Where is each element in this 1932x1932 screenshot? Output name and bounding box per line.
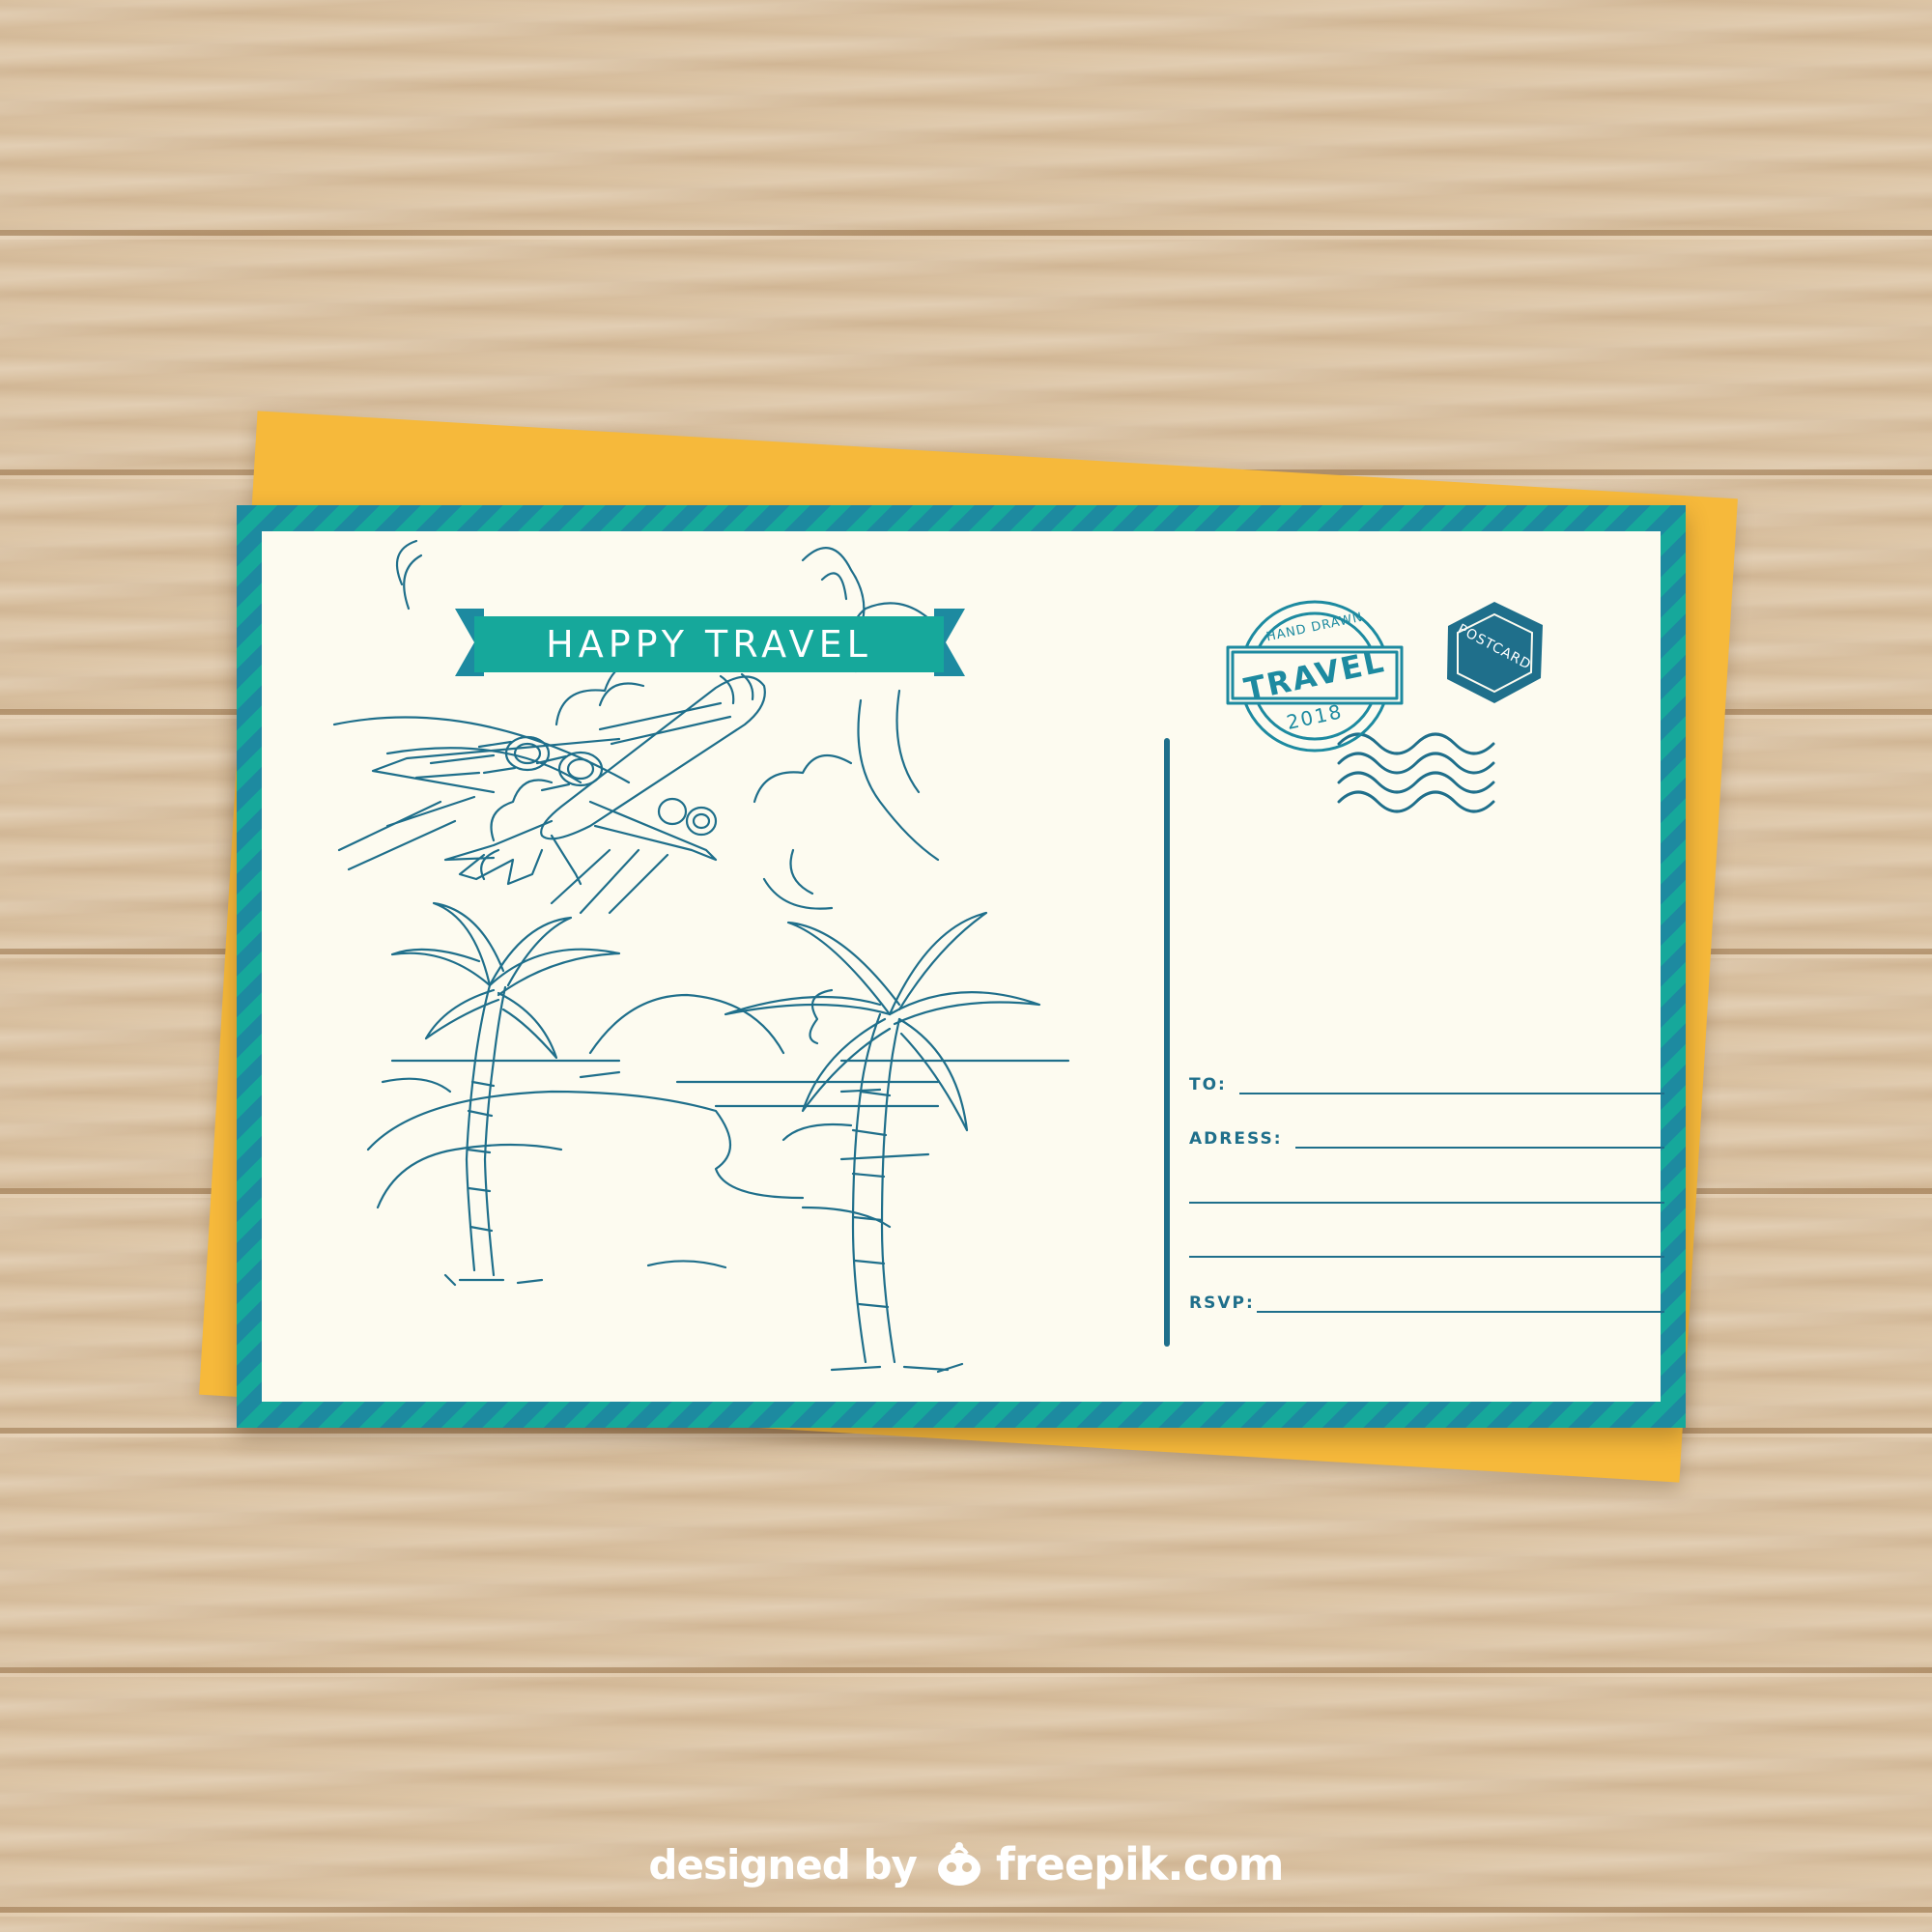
to-label: TO: [1189, 1075, 1227, 1094]
rsvp-line[interactable] [1257, 1311, 1664, 1313]
postcard: HAPPY TRAVEL HAND DRAWN TRAVEL 2018 POST… [237, 505, 1686, 1428]
address-line-3[interactable] [1189, 1256, 1664, 1258]
footer-credit: designed by freepik.com [0, 1831, 1932, 1898]
address-label: ADRESS: [1189, 1129, 1283, 1149]
address-line-2[interactable] [1189, 1202, 1664, 1204]
banner-title: HAPPY TRAVEL [546, 623, 872, 666]
postcard-illustration [332, 539, 1543, 1374]
palm-tree-icon [724, 911, 1041, 1374]
rsvp-label: RSVP: [1189, 1293, 1255, 1313]
freepik-logo-icon [937, 1842, 980, 1886]
postcard-face: HAPPY TRAVEL HAND DRAWN TRAVEL 2018 POST… [262, 531, 1664, 1402]
postcard-divider [1164, 738, 1170, 1347]
airplane-icon [337, 672, 766, 915]
footer-brand: freepik.com [995, 1838, 1285, 1890]
address-line-1[interactable] [1295, 1147, 1664, 1149]
footer-designed-by: designed by [648, 1840, 918, 1889]
sun-icon [588, 993, 785, 1055]
wavy-postmark-icon [1337, 732, 1495, 813]
sea [366, 1059, 1070, 1269]
to-line[interactable] [1239, 1093, 1664, 1094]
